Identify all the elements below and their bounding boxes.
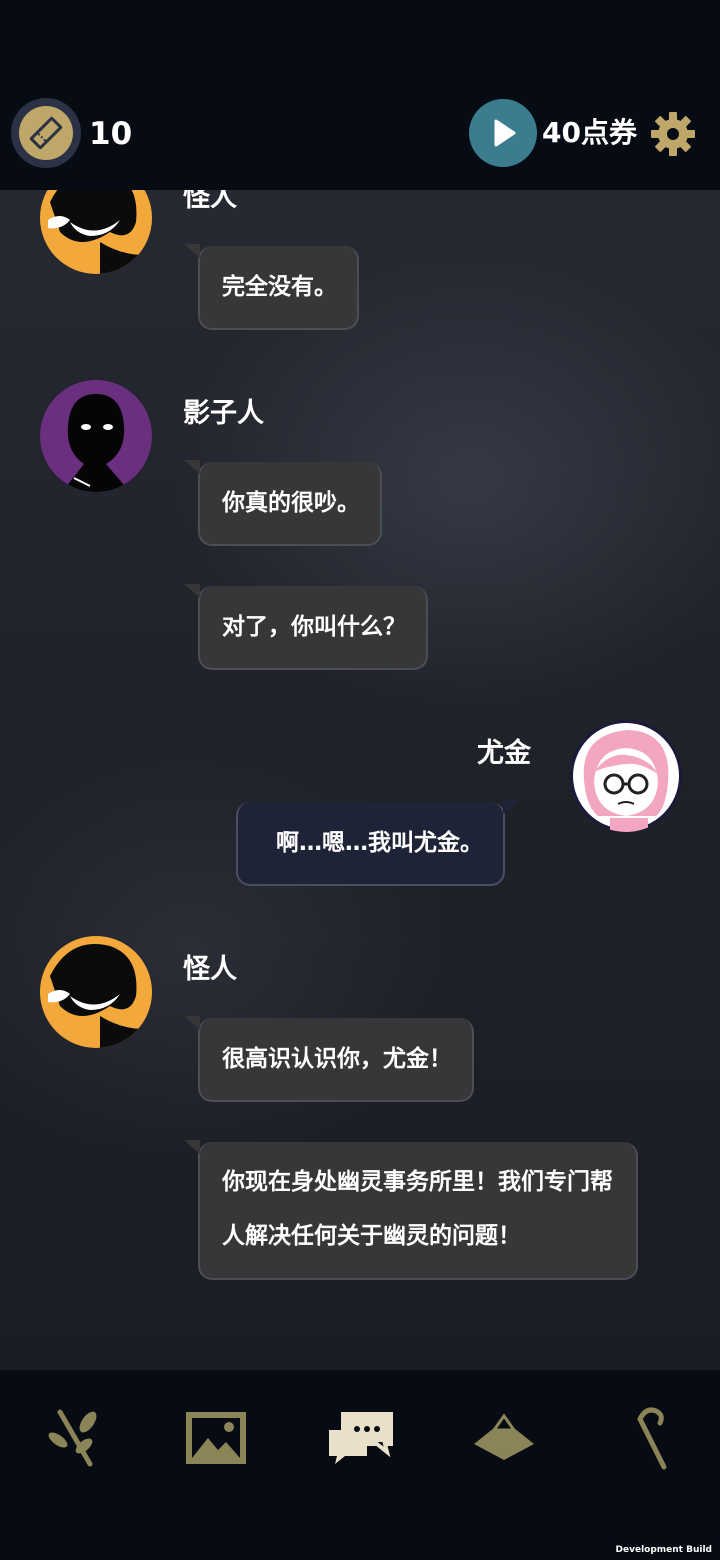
chat-bubble: 你现在身处幽灵事务所里！我们专门帮人解决任何关于幽灵的问题！	[184, 1140, 638, 1280]
branch-icon	[48, 1409, 97, 1467]
app-root: 10 40点券 怪人 完全没有。 影子人 你真的很吵。 对了，你叫什么？ 尤金 …	[0, 0, 720, 1560]
ticket-icon	[19, 106, 73, 160]
nav-item-gallery[interactable]	[176, 1398, 256, 1478]
speaker-name: 尤金	[477, 738, 531, 769]
shadow-person-avatar[interactable]	[40, 380, 152, 492]
cane-icon	[637, 1407, 667, 1470]
speaker-name: 怪人	[183, 190, 237, 213]
dev-build-label: Development Build	[615, 1545, 712, 1555]
bottom-nav	[0, 1370, 720, 1560]
nav-item-chat[interactable]	[320, 1398, 400, 1478]
nav-item-cane[interactable]	[610, 1398, 690, 1478]
speaker-name: 影子人	[183, 398, 264, 429]
play-button[interactable]	[469, 99, 537, 167]
weirdo-avatar[interactable]	[40, 190, 152, 274]
chat-bubble-player: 啊…嗯…我叫尤金。	[236, 800, 519, 886]
weirdo-avatar[interactable]	[40, 936, 152, 1048]
nav-item-hat[interactable]	[464, 1398, 544, 1478]
chat-bubble: 对了，你叫什么？	[184, 584, 428, 670]
chat-bubble: 完全没有。	[184, 244, 359, 330]
play-icon	[494, 119, 516, 147]
ticket-button[interactable]	[11, 98, 81, 168]
chat-icon	[329, 1412, 393, 1464]
settings-button[interactable]	[649, 110, 697, 158]
top-bar: 10 40点券	[0, 0, 720, 190]
chat-bubble: 你真的很吵。	[184, 460, 382, 546]
ticket-count: 10	[89, 116, 133, 152]
picture-icon	[186, 1412, 246, 1464]
hat-icon	[474, 1413, 534, 1460]
speaker-name: 怪人	[183, 954, 237, 985]
points-label: 40点券	[542, 116, 637, 149]
eugene-avatar[interactable]	[570, 720, 682, 832]
nav-item-branch[interactable]	[34, 1398, 114, 1478]
chat-bubble: 很高识认识你，尤金！	[184, 1016, 474, 1102]
chat-log[interactable]: 怪人 完全没有。 影子人 你真的很吵。 对了，你叫什么？ 尤金 啊…嗯…我叫尤金…	[0, 190, 720, 1370]
gear-icon	[651, 112, 695, 156]
